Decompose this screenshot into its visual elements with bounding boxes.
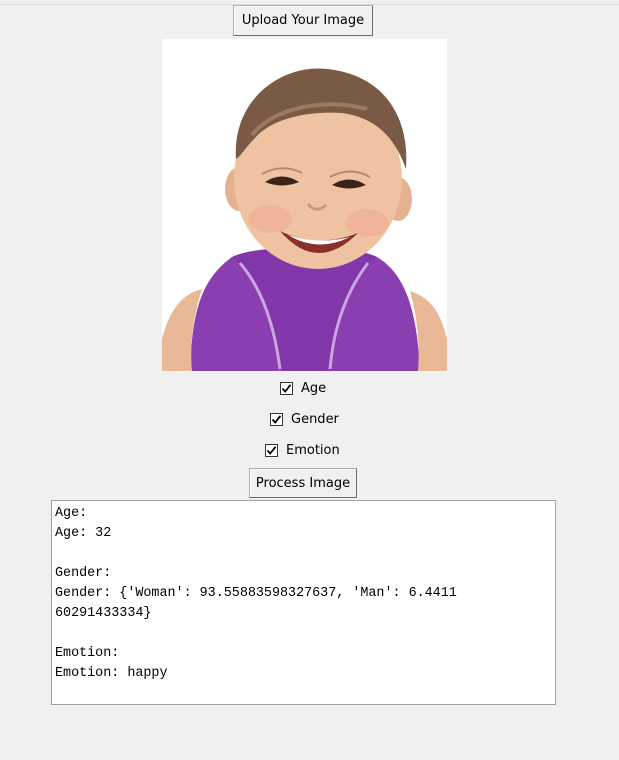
age-checkbox[interactable] [280,382,293,395]
gender-option[interactable]: Gender [270,412,339,427]
output-line: Gender: [55,566,112,581]
output-line: Emotion: [55,646,120,661]
output-line: Age: [55,506,88,521]
output-line: 60291433334} [55,606,152,621]
gender-label: Gender [291,412,339,427]
checkmark-icon [266,446,277,455]
emotion-label: Emotion [286,443,340,458]
baby-photo [162,39,447,371]
uploaded-image-preview [162,39,447,371]
age-option[interactable]: Age [280,381,326,396]
upload-image-button[interactable]: Upload Your Image [233,5,373,36]
emotion-option[interactable]: Emotion [265,443,340,458]
checkmark-icon [281,384,292,393]
emotion-checkbox[interactable] [265,444,278,457]
checkmark-icon [271,415,282,424]
gender-checkbox[interactable] [270,413,283,426]
process-image-button[interactable]: Process Image [249,468,357,498]
age-label: Age [301,381,327,396]
results-text-area[interactable]: Age: Age: 32 Gender: Gender: {'Woman': 9… [51,500,556,705]
output-line: Emotion: happy [55,666,168,681]
output-line: Age: 32 [55,526,112,541]
output-line: Gender: {'Woman': 93.55883598327637, 'Ma… [55,586,457,601]
